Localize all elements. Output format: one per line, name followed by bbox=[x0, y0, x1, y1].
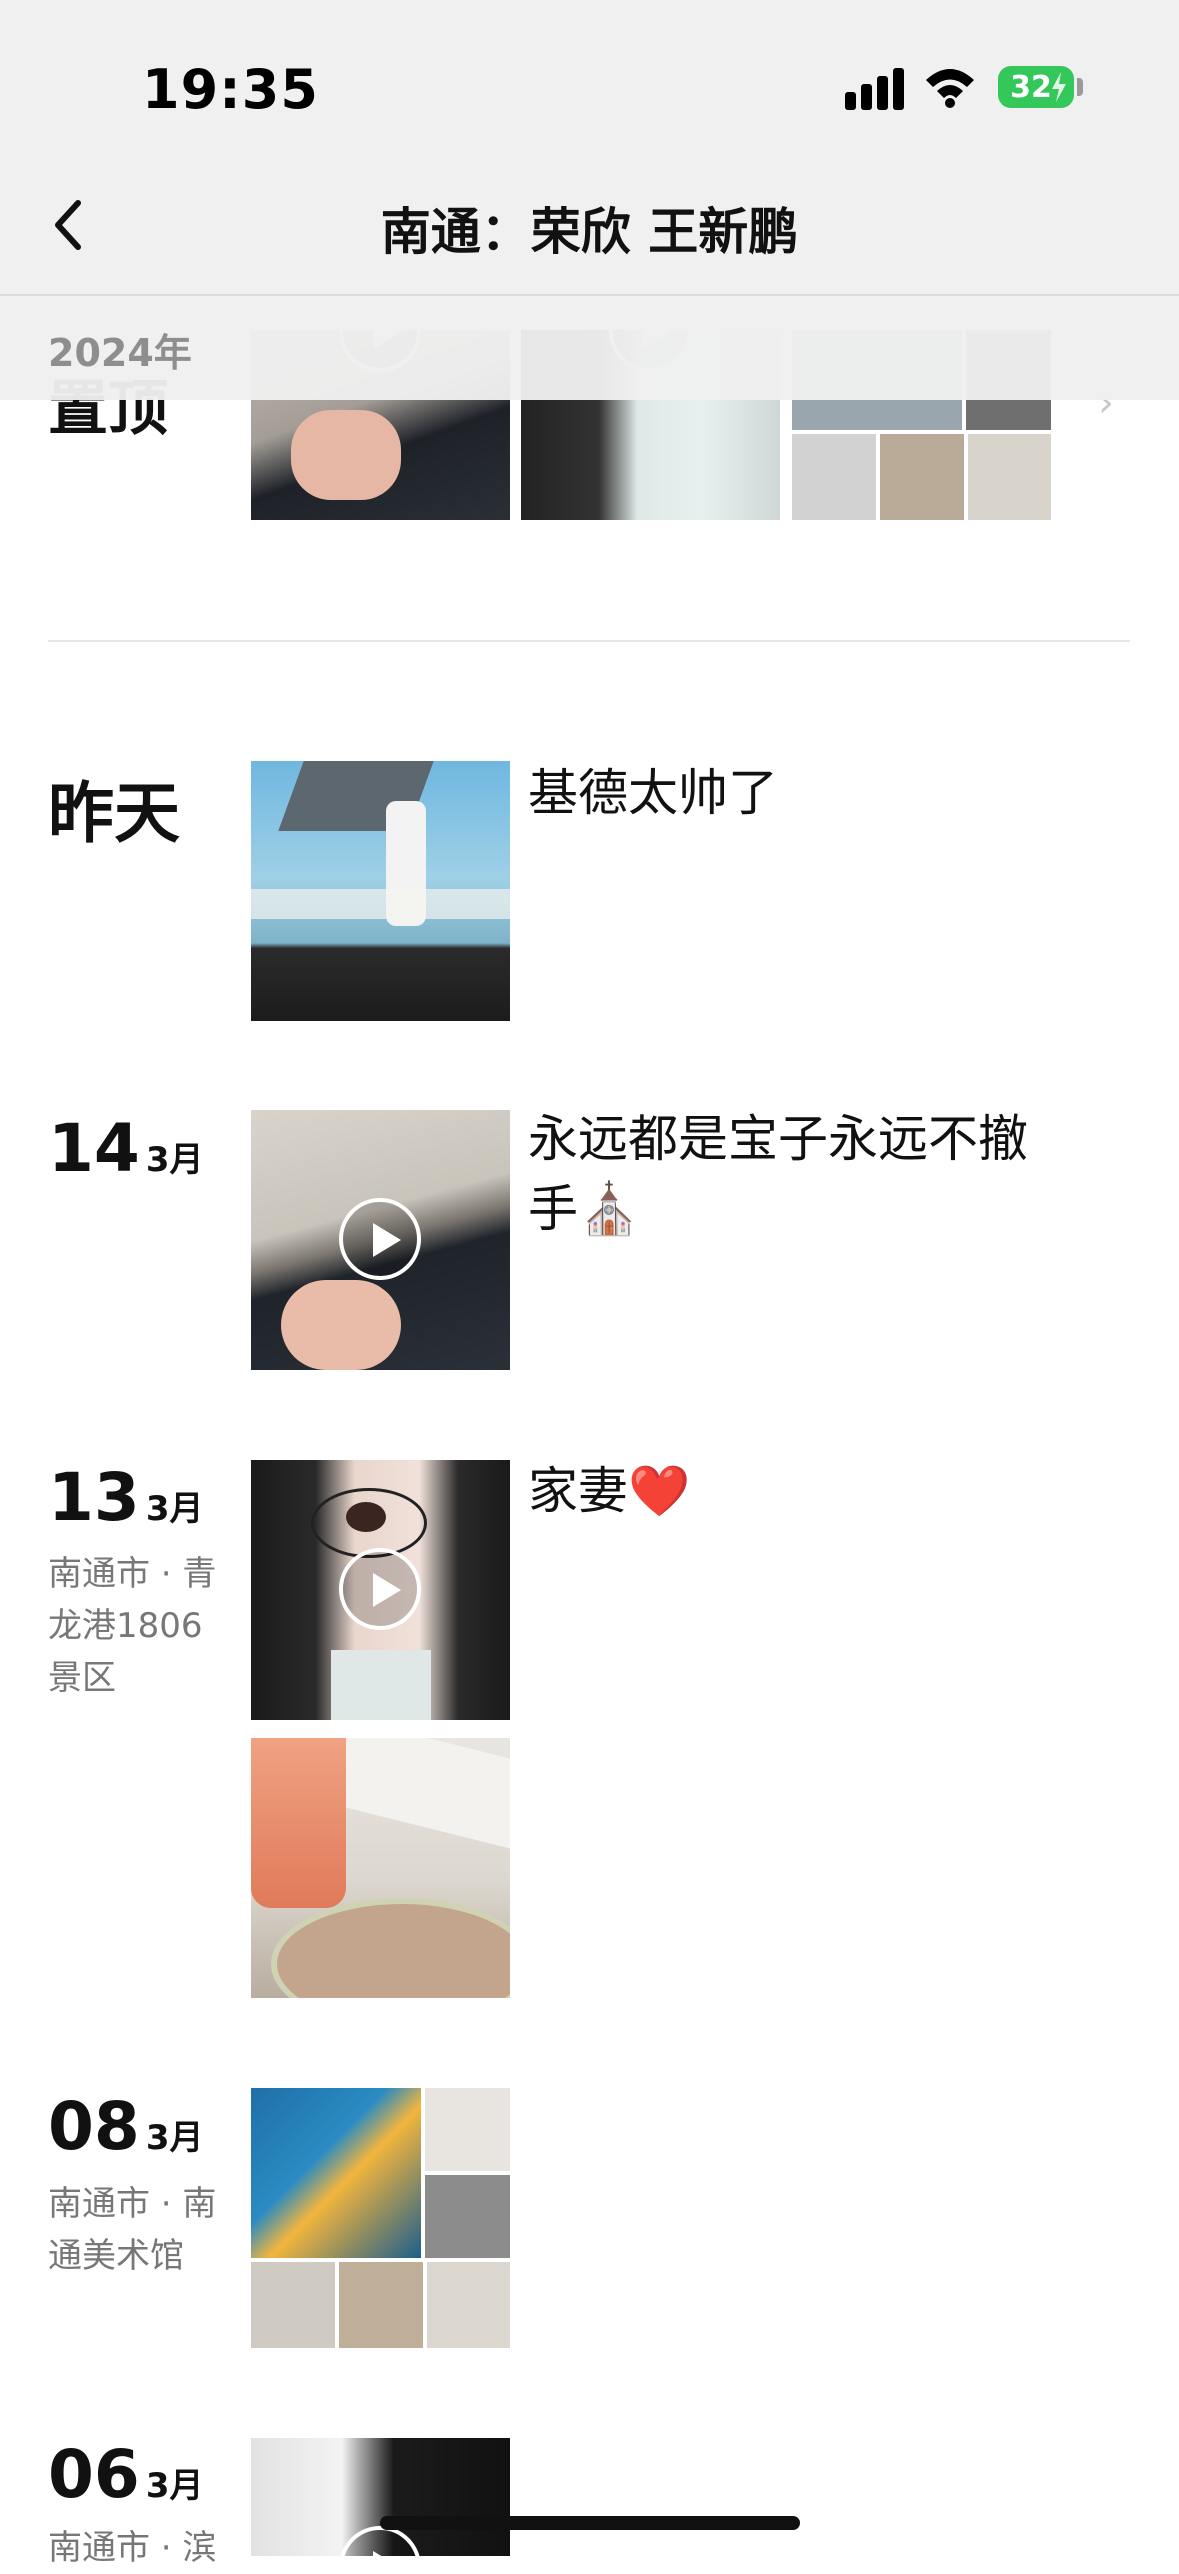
album-thumb[interactable] bbox=[251, 2088, 510, 2348]
month-label: 3月 bbox=[145, 2466, 204, 2506]
battery-level: 32 bbox=[1010, 69, 1052, 105]
entry-date: 06 3月 bbox=[48, 2436, 204, 2513]
location-label[interactable]: 南通市 · 青龙港1806景区 bbox=[48, 1548, 228, 1704]
play-icon bbox=[339, 2526, 421, 2556]
day-number: 08 bbox=[48, 2088, 140, 2165]
entry-date: 08 3月 bbox=[48, 2088, 204, 2165]
battery-icon: 32 bbox=[998, 66, 1074, 108]
wifi-icon bbox=[926, 69, 974, 108]
play-icon bbox=[339, 1198, 421, 1280]
page-title: 南通：荣欣 王新鹏 bbox=[380, 203, 799, 261]
battery-cap bbox=[1077, 78, 1083, 96]
day-number: 06 bbox=[48, 2436, 140, 2513]
video-thumb[interactable] bbox=[251, 2438, 510, 2556]
location-label[interactable]: 南通市 · 滨 bbox=[48, 2522, 228, 2574]
top-bar: 19:35 32 南通：荣欣 王新鹏 2024年 bbox=[0, 0, 1179, 400]
post-text[interactable]: 基德太帅了 bbox=[528, 758, 1048, 828]
photo-thumb[interactable] bbox=[251, 1738, 510, 1998]
month-label: 3月 bbox=[145, 1140, 204, 1180]
photo-thumb[interactable] bbox=[251, 761, 510, 1021]
month-label: 3月 bbox=[145, 2118, 204, 2158]
status-time: 19:35 bbox=[142, 58, 319, 121]
location-label[interactable]: 南通市 · 南通美术馆 bbox=[48, 2178, 228, 2282]
month-label: 3月 bbox=[145, 1489, 204, 1529]
video-thumb[interactable] bbox=[251, 1460, 510, 1720]
video-thumb[interactable] bbox=[251, 1110, 510, 1370]
header-divider bbox=[0, 294, 1179, 296]
signal-icon bbox=[845, 66, 907, 110]
home-indicator[interactable] bbox=[380, 2516, 800, 2530]
post-text[interactable]: 永远都是宝子永远不撤手⛪ bbox=[528, 1104, 1068, 1244]
day-number: 13 bbox=[48, 1459, 140, 1536]
post-text[interactable]: 家妻❤️ bbox=[528, 1456, 1048, 1526]
play-icon bbox=[339, 1548, 421, 1630]
entry-date: 昨天 bbox=[48, 775, 180, 852]
entry-date: 13 3月 bbox=[48, 1459, 204, 1536]
charging-bolt-icon bbox=[1052, 72, 1066, 102]
section-divider bbox=[48, 640, 1130, 642]
day-number: 14 bbox=[48, 1110, 140, 1187]
entry-date: 14 3月 bbox=[48, 1110, 204, 1187]
year-header: 2024年 bbox=[48, 331, 192, 375]
